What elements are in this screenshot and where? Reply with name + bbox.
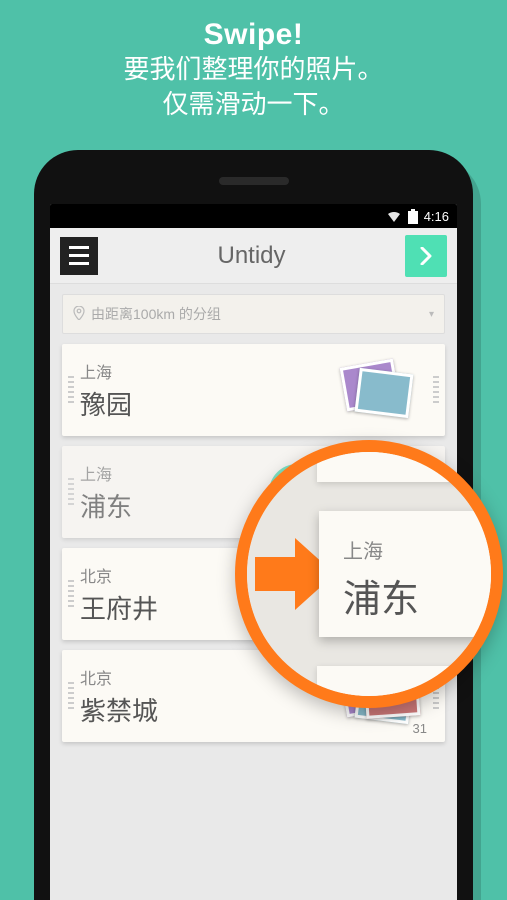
album-card[interactable]: 上海 豫园 <box>62 344 445 436</box>
card-place: 王府井 <box>80 589 158 626</box>
card-city: 上海 <box>80 461 132 485</box>
status-bar: 4:16 <box>50 204 457 228</box>
card-place: 紫禁城 <box>80 691 158 728</box>
phone-earpiece <box>219 177 289 185</box>
filter-label: 由距离100km 的分组 <box>91 304 221 324</box>
promo-header: Swipe! 要我们整理你的照片。 仅需滑动一下。 <box>0 0 507 122</box>
magnifier-overlay: 上海 浦东 <box>235 440 503 708</box>
photo-count: 31 <box>413 721 427 736</box>
drag-handle-icon <box>68 376 74 404</box>
drag-handle-icon <box>68 478 74 506</box>
drag-handle-icon <box>433 376 439 404</box>
photo-stack-icon <box>343 361 415 419</box>
status-time: 4:16 <box>424 209 449 224</box>
drag-handle-icon <box>68 580 74 608</box>
card-city: 北京 <box>80 665 158 689</box>
card-city: 上海 <box>80 359 132 383</box>
magnifier-bg-card <box>317 448 501 482</box>
promo-line-1: 要我们整理你的照片。 <box>0 52 507 87</box>
dropdown-caret-icon: ▾ <box>429 309 434 320</box>
magnifier-card: 上海 浦东 <box>319 511 497 637</box>
wifi-icon <box>386 210 402 222</box>
card-place: 豫园 <box>80 385 132 422</box>
app-title: Untidy <box>98 242 405 270</box>
promo-line-2: 仅需滑动一下。 <box>0 87 507 122</box>
card-city: 北京 <box>80 563 158 587</box>
magnifier-bg-card <box>317 666 501 700</box>
next-button[interactable] <box>405 235 447 277</box>
drag-handle-icon <box>68 682 74 710</box>
filter-dropdown[interactable]: 由距离100km 的分组 ▾ <box>62 294 445 334</box>
location-pin-icon <box>73 306 85 323</box>
card-place: 浦东 <box>80 487 132 524</box>
chevron-right-icon <box>420 247 432 265</box>
app-bar: Untidy <box>50 228 457 284</box>
menu-button[interactable] <box>60 237 98 275</box>
magnifier-city: 上海 <box>343 535 497 564</box>
battery-icon <box>408 209 418 224</box>
promo-title: Swipe! <box>0 18 507 52</box>
magnifier-place: 浦东 <box>343 568 497 623</box>
